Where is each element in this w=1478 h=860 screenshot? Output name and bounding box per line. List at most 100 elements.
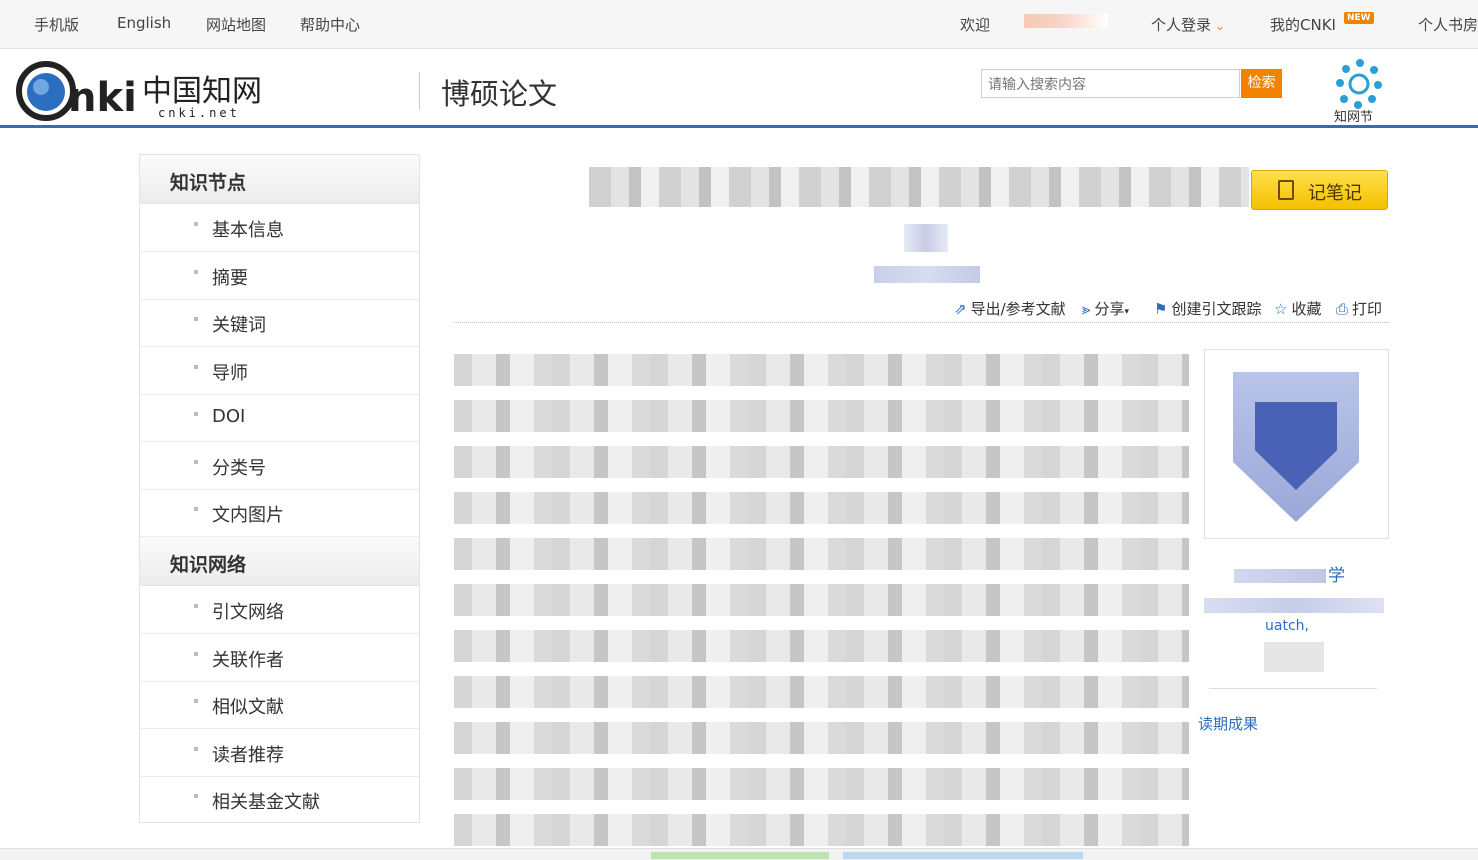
institution-name-blurred (1234, 569, 1326, 583)
top-bar: 手机版 English 网站地图 帮助中心 欢迎 个人登录 ⌄ 我的CNKI NE… (0, 0, 1478, 49)
toolbar-separator (454, 322, 1389, 323)
bullet-icon (194, 460, 198, 464)
take-note-label: 记笔记 (1308, 183, 1362, 204)
bullet-icon (194, 365, 198, 369)
sidebar-item-label: 读者推荐 (212, 745, 284, 766)
export-button[interactable]: ⇗ 导出/参考文献 (954, 298, 1066, 319)
notebook-icon (1278, 180, 1294, 200)
database-title: 博硕论文 (441, 77, 558, 111)
bullet-icon (194, 747, 198, 751)
knowledge-node-header: 知识节点 (140, 155, 419, 204)
author-blurred[interactable] (904, 224, 948, 252)
favorite-label: 收藏 (1291, 300, 1322, 318)
my-cnki-link[interactable]: 我的CNKI (1270, 14, 1336, 35)
bottom-blue-strip (843, 852, 1083, 859)
new-badge: NEW (1344, 12, 1374, 24)
bottom-green-strip (651, 852, 829, 859)
sidebar-item-similar-docs[interactable]: 相似文献 (140, 681, 419, 729)
bullet-icon (194, 652, 198, 656)
sitemap-link[interactable]: 网站地图 (206, 14, 266, 35)
take-note-button[interactable]: 记笔记 (1251, 170, 1388, 210)
institution-blurred[interactable] (874, 266, 980, 283)
chevron-down-icon: ⌄ (1215, 19, 1226, 33)
help-link[interactable]: 帮助中心 (300, 14, 360, 35)
card-divider (1209, 688, 1377, 689)
svg-text:cnki.net: cnki.net (158, 106, 240, 120)
institution-name-link[interactable]: 学 (1234, 561, 1345, 586)
mobile-link[interactable]: 手机版 (34, 14, 79, 35)
site-header: nki 中国知网 cnki.net 博硕论文 检索 知网节 (0, 49, 1478, 125)
sidebar-item-keywords[interactable]: 关键词 (140, 299, 419, 347)
sidebar-item-label: 摘要 (212, 268, 248, 289)
sidebar-item-label: 关联作者 (212, 650, 284, 671)
abstract-blurred (454, 354, 1189, 849)
sidebar-item-classification[interactable]: 分类号 (140, 442, 419, 490)
bullet-icon (194, 604, 198, 608)
institution-url-fragment: uatch, (1265, 618, 1309, 634)
print-label: 打印 (1352, 300, 1383, 318)
sidebar-item-label: 文内图片 (212, 505, 284, 526)
track-label: 创建引文跟踪 (1171, 300, 1262, 318)
knowledge-sidebar: 知识节点 基本信息 摘要 关键词 导师 DOI 分类号 文内图片 知识网络 引文… (139, 154, 420, 823)
institution-extra-blurred (1264, 642, 1324, 672)
sidebar-item-fund-docs[interactable]: 相关基金文献 (140, 776, 419, 823)
institution-subtitle-blurred (1204, 598, 1384, 613)
caret-down-icon: ▾ (1124, 307, 1130, 317)
logo-chinese: 中国知网 (142, 74, 262, 109)
sidebar-item-doi[interactable]: DOI (140, 394, 419, 442)
header-divider (419, 72, 420, 110)
username-blurred (1024, 14, 1108, 28)
sidebar-item-reader-recommend[interactable]: 读者推荐 (140, 729, 419, 777)
print-button[interactable]: ⎙ 打印 (1336, 298, 1382, 319)
section-title: 知识节点 (170, 172, 247, 194)
bookroom-link[interactable]: 个人书房 (1418, 14, 1478, 35)
sidebar-item-label: 导师 (212, 363, 248, 384)
star-icon: ☆ (1274, 300, 1288, 318)
sidebar-item-advisor[interactable]: 导师 (140, 347, 419, 395)
periodic-results-link[interactable]: 读期成果 (1198, 713, 1258, 734)
bell-icon: ⚑ (1154, 300, 1168, 318)
sidebar-item-label: 分类号 (212, 458, 266, 479)
login-label: 个人登录 (1151, 16, 1212, 34)
sidebar-item-figures[interactable]: 文内图片 (140, 489, 419, 537)
share-icon: ⪢ (1082, 300, 1091, 318)
export-icon: ⇗ (954, 300, 967, 318)
sidebar-item-label: 基本信息 (212, 220, 284, 241)
bullet-icon (194, 794, 198, 798)
institution-name-tail: 学 (1328, 566, 1345, 586)
header-divider-line (0, 125, 1478, 128)
university-emblem-icon (1233, 372, 1359, 522)
sidebar-item-label: 引文网络 (212, 602, 284, 623)
bullet-icon (194, 699, 198, 703)
cnki-logo[interactable]: nki 中国知网 cnki.net (16, 61, 276, 123)
export-label: 导出/参考文献 (970, 300, 1066, 318)
bullet-icon (194, 412, 198, 416)
knowledge-network-header: 知识网络 (140, 537, 419, 586)
bullet-icon (194, 222, 198, 226)
sidebar-item-basic-info[interactable]: 基本信息 (140, 204, 419, 252)
sidebar-item-label: 关键词 (212, 315, 266, 336)
search-input[interactable] (981, 69, 1240, 98)
login-menu[interactable]: 个人登录 ⌄ (1151, 14, 1225, 35)
sidebar-item-label: DOI (212, 406, 246, 427)
sidebar-item-related-authors[interactable]: 关联作者 (140, 634, 419, 682)
sidebar-item-abstract[interactable]: 摘要 (140, 252, 419, 300)
bullet-icon (194, 507, 198, 511)
create-tracking-button[interactable]: ⚑ 创建引文跟踪 (1154, 298, 1261, 319)
paper-title-blurred (589, 167, 1249, 207)
share-button[interactable]: ⪢ 分享▾ (1082, 298, 1129, 319)
printer-icon: ⎙ (1336, 300, 1349, 318)
share-label: 分享 (1094, 300, 1125, 318)
bullet-icon (194, 317, 198, 321)
zhiwang-jie-text: 知网节 (1334, 109, 1373, 125)
sidebar-item-label: 相关基金文献 (212, 792, 320, 813)
zhiwang-jie-logo[interactable]: 知网节 (1328, 53, 1392, 125)
sidebar-item-citation-network[interactable]: 引文网络 (140, 586, 419, 634)
english-link[interactable]: English (117, 14, 171, 32)
institution-card[interactable] (1204, 349, 1389, 539)
welcome-text: 欢迎 (960, 16, 991, 34)
svg-text:nki: nki (68, 75, 137, 121)
favorite-button[interactable]: ☆ 收藏 (1274, 298, 1321, 319)
bullet-icon (194, 270, 198, 274)
search-button[interactable]: 检索 (1241, 69, 1282, 98)
